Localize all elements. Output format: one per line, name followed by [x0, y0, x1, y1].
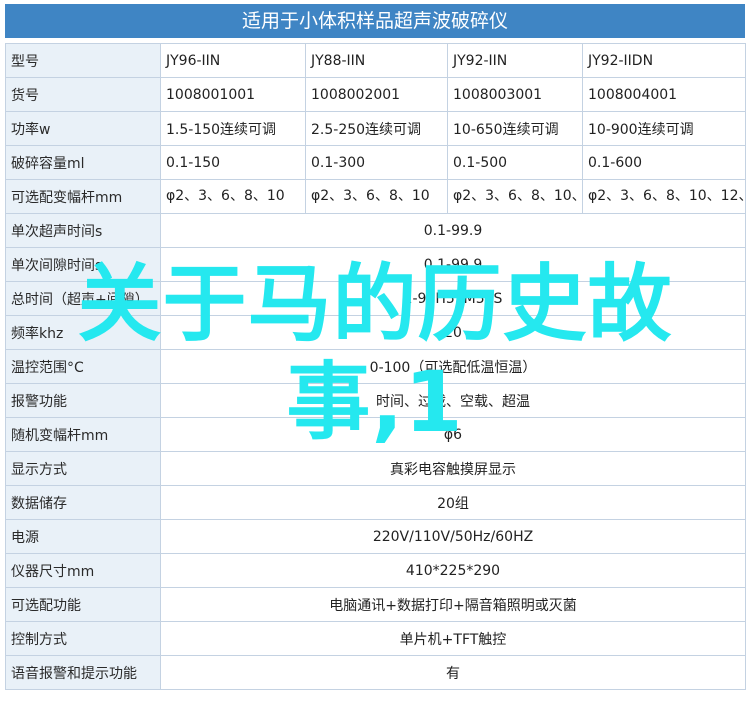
table-row: 破碎容量ml 0.1-150 0.1-300 0.1-500 0.1-600 [5, 145, 746, 180]
table-cell-merged: 0.1-99.9 [160, 213, 746, 248]
row-label: 货号 [5, 77, 161, 112]
table-cell-merged: 有 [160, 655, 746, 690]
table-cell: φ2、3、6、8、10、12 [447, 179, 583, 214]
overlay-line-1: 关于马的历史故 [77, 255, 673, 353]
table-cell-merged: 220V/110V/50Hz/60HZ [160, 519, 746, 554]
table-cell-merged: 真彩电容触摸屏显示 [160, 451, 746, 486]
table-row: 单次超声时间s 0.1-99.9 [5, 213, 746, 248]
table-cell: JY96-IIN [160, 43, 306, 78]
row-label: 可选配变幅杆mm [5, 179, 161, 214]
table-cell: JY92-IIN [447, 43, 583, 78]
table-row: 电源 220V/110V/50Hz/60HZ [5, 519, 746, 554]
table-row: 语音报警和提示功能有 [5, 655, 746, 690]
row-label: 数据储存 [5, 485, 161, 520]
table-cell-merged: 电脑通讯+数据打印+隔音箱照明或灭菌 [160, 587, 746, 622]
row-label: 控制方式 [5, 621, 161, 656]
table-row: 功率w 1.5-150连续可调 2.5-250连续可调 10-650连续可调 10-90… [5, 111, 746, 146]
table-cell: 2.5-250连续可调 [305, 111, 448, 146]
row-label: 功率w [5, 111, 161, 146]
table-cell: 0.1-300 [305, 145, 448, 180]
table-cell: 0.1-500 [447, 145, 583, 180]
table-row: 显示方式 真彩电容触摸屏显示 [5, 451, 746, 486]
row-label: 型号 [5, 43, 161, 78]
table-cell: 1008003001 [447, 77, 583, 112]
table-cell: JY92-IIDN [582, 43, 746, 78]
table-cell: 1008001001 [160, 77, 306, 112]
table-row: 可选配变幅杆mm φ2、3、6、8、10 φ2、3、6、8、10 φ2、3、6、8、1… [5, 179, 746, 214]
overlay-line-2: 事,1 [286, 353, 464, 451]
table-row: 货号 1008001001 1008002001 1008003001 10080040… [5, 77, 746, 112]
row-label: 电源 [5, 519, 161, 554]
table-row: 数据储存 20组 [5, 485, 746, 520]
table-row: 仪器尺寸mm 410*225*290 [5, 553, 746, 588]
table-cell: 10-650连续可调 [447, 111, 583, 146]
watermark-overlay-text: 关于马的历史故 事,1 [10, 255, 740, 451]
table-row: 型号 JY96-IIN JY88-IIN JY92-IIN JY92-IIDN [5, 43, 746, 78]
table-row: 可选配功能 电脑通讯+数据打印+隔音箱照明或灭菌 [5, 587, 746, 622]
table-row: 控制方式 单片机+TFT触控 [5, 621, 746, 656]
row-label: 显示方式 [5, 451, 161, 486]
table-cell: 10-900连续可调 [582, 111, 746, 146]
table-cell: 1008002001 [305, 77, 448, 112]
table-cell-merged: 20组 [160, 485, 746, 520]
table-cell: φ2、3、6、8、10 [305, 179, 448, 214]
table-cell: JY88-IIN [305, 43, 448, 78]
table-cell: 1008004001 [582, 77, 746, 112]
table-cell: 0.1-600 [582, 145, 746, 180]
page-title: 适用于小体积样品超声波破碎仪 [5, 4, 745, 38]
row-label: 单次超声时间s [5, 213, 161, 248]
table-cell: 0.1-150 [160, 145, 306, 180]
table-cell-merged: 410*225*290 [160, 553, 746, 588]
table-cell: φ2、3、6、8、10、12、15 [582, 179, 746, 214]
row-label: 破碎容量ml [5, 145, 161, 180]
row-label: 仪器尺寸mm [5, 553, 161, 588]
row-label: 语音报警和提示功能 [5, 655, 161, 690]
table-cell: 1.5-150连续可调 [160, 111, 306, 146]
table-cell-merged: 单片机+TFT触控 [160, 621, 746, 656]
table-cell: φ2、3、6、8、10 [160, 179, 306, 214]
row-label: 可选配功能 [5, 587, 161, 622]
